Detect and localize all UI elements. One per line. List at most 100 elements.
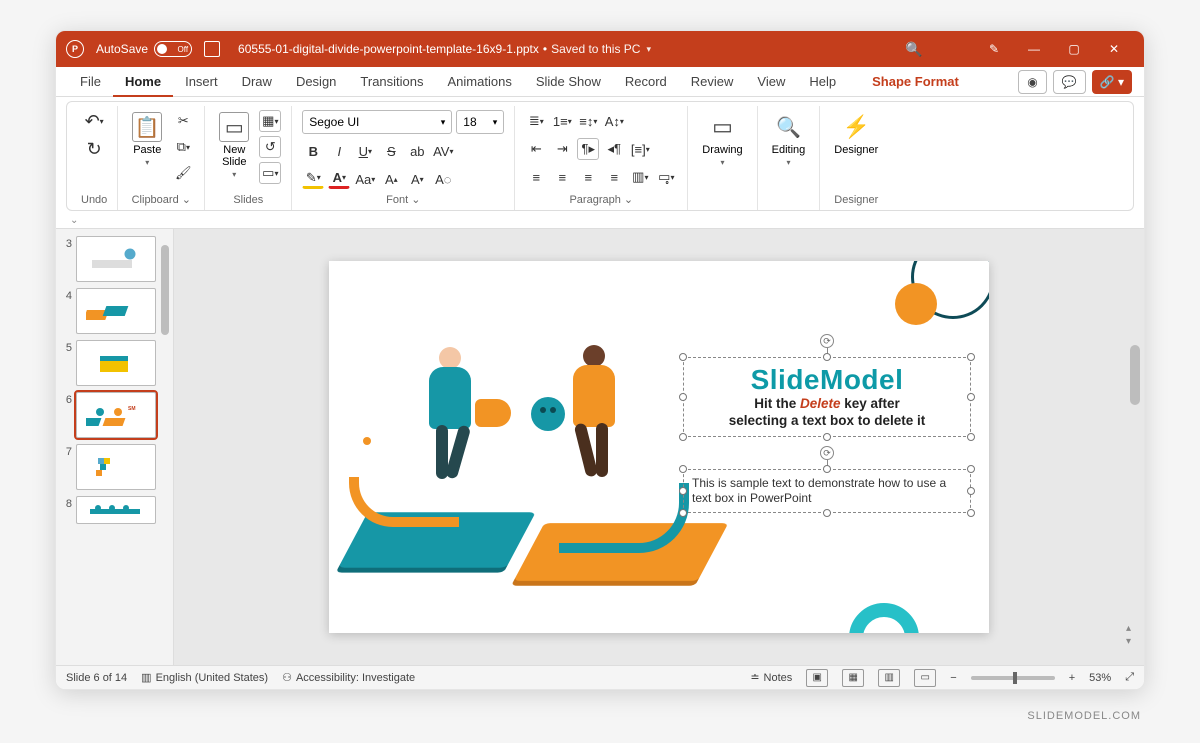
columns-button[interactable]: ▥▾: [629, 166, 651, 188]
underline-button[interactable]: U▾: [354, 140, 376, 162]
accessibility-button[interactable]: ⚇ Accessibility: Investigate: [282, 671, 415, 684]
format-painter-button[interactable]: 🖌: [172, 162, 194, 184]
designer-button[interactable]: ⚡Designer: [830, 110, 882, 158]
camera-button[interactable]: ◉: [1018, 70, 1046, 94]
justify-button[interactable]: ≡: [603, 166, 625, 188]
text-direction-button[interactable]: A↕▾: [603, 110, 625, 132]
tab-transitions[interactable]: Transitions: [348, 67, 435, 97]
increase-indent-button[interactable]: ⇥: [551, 138, 573, 160]
shadow-button[interactable]: ab: [406, 140, 428, 162]
tab-animations[interactable]: Animations: [436, 67, 524, 97]
editing-button[interactable]: 🔍Editing▾: [768, 110, 810, 169]
group-slides: ▭ New Slide▾ ▦▾ ↺ ▭▾ Slides: [205, 106, 292, 210]
shrink-font-button[interactable]: A▾: [406, 168, 428, 190]
normal-view-button[interactable]: ▣: [806, 669, 828, 687]
bullets-button[interactable]: ≣▾: [525, 110, 547, 132]
thumbnail-7[interactable]: [76, 444, 156, 490]
tab-record[interactable]: Record: [613, 67, 679, 97]
thumbnail-4[interactable]: [76, 288, 156, 334]
zoom-percent[interactable]: 53%: [1089, 672, 1111, 684]
rotate-handle-icon[interactable]: ⟳: [820, 334, 834, 348]
tab-help[interactable]: Help: [797, 67, 848, 97]
copy-button[interactable]: ⧉▾: [172, 136, 194, 158]
maximize-button[interactable]: ▢: [1054, 31, 1094, 67]
paste-button[interactable]: 📋 Paste▾: [128, 110, 166, 169]
layout-button[interactable]: ▦▾: [259, 110, 281, 132]
tab-draw[interactable]: Draw: [230, 67, 284, 97]
thumbnail-3[interactable]: [76, 236, 156, 282]
undo-button[interactable]: ↶▾: [83, 110, 105, 132]
thumbnail-6[interactable]: SM: [76, 392, 156, 438]
group-drawing: ▭Drawing▾: [688, 106, 757, 210]
drawing-button[interactable]: ▭Drawing▾: [698, 110, 746, 169]
rtl-button[interactable]: ◂¶: [603, 138, 625, 160]
decrease-indent-button[interactable]: ⇤: [525, 138, 547, 160]
thumbnail-5[interactable]: [76, 340, 156, 386]
tab-insert[interactable]: Insert: [173, 67, 230, 97]
slide-nav-arrows[interactable]: ▴▾: [1126, 623, 1140, 647]
align-right-button[interactable]: ≡: [577, 166, 599, 188]
align-text-button[interactable]: [≡]▾: [629, 138, 651, 160]
tab-home[interactable]: Home: [113, 67, 173, 97]
sorter-view-button[interactable]: ▦: [842, 669, 864, 687]
cut-button[interactable]: ✂: [172, 110, 194, 132]
fit-to-window-button[interactable]: ⤢: [1125, 671, 1134, 684]
change-case-button[interactable]: Aa▾: [354, 168, 376, 190]
new-slide-button[interactable]: ▭ New Slide▾: [215, 110, 253, 181]
redo-button[interactable]: ↻: [83, 138, 105, 160]
thumbnail-8[interactable]: [76, 496, 156, 524]
document-title[interactable]: 60555-01-digital-divide-powerpoint-templ…: [238, 42, 651, 56]
search-button[interactable]: 🔍: [894, 31, 934, 67]
align-center-button[interactable]: ≡: [551, 166, 573, 188]
grow-font-button[interactable]: A▴: [380, 168, 402, 190]
collapse-ribbon-button[interactable]: ⌄: [56, 213, 1144, 229]
minimize-button[interactable]: —: [1014, 31, 1054, 67]
autosave-toggle[interactable]: Off: [154, 41, 192, 57]
tab-file[interactable]: File: [68, 67, 113, 97]
slide-canvas[interactable]: ⟳ SlideModel Hit the Delete key after se…: [329, 261, 989, 633]
slide-position[interactable]: Slide 6 of 14: [66, 672, 127, 684]
thumbnail-scrollbar[interactable]: [161, 235, 171, 659]
ltr-button[interactable]: ¶▸: [577, 138, 599, 160]
zoom-in-button[interactable]: +: [1069, 672, 1075, 684]
share-button[interactable]: 🔗 ▾: [1092, 70, 1132, 94]
sample-text-box[interactable]: ⟳ This is sample text to demonstrate how…: [683, 469, 971, 513]
italic-button[interactable]: I: [328, 140, 350, 162]
group-font-label: Font ⌄: [386, 191, 420, 210]
char-spacing-button[interactable]: AV▾: [432, 140, 454, 162]
numbering-button[interactable]: 1≡▾: [551, 110, 573, 132]
font-color-button[interactable]: A▾: [328, 169, 350, 189]
clear-format-button[interactable]: A◌: [432, 168, 454, 190]
highlight-button[interactable]: ✎▾: [302, 169, 324, 189]
language-button[interactable]: ▥ English (United States): [141, 671, 268, 684]
canvas-vertical-scrollbar[interactable]: [1128, 235, 1142, 659]
notes-button[interactable]: ≐ Notes: [750, 671, 792, 684]
align-left-button[interactable]: ≡: [525, 166, 547, 188]
font-size-select[interactable]: 18▾: [456, 110, 504, 134]
reset-button[interactable]: ↺: [259, 136, 281, 158]
slideshow-view-button[interactable]: ▭: [914, 669, 936, 687]
slide-illustration[interactable]: [343, 341, 723, 601]
zoom-out-button[interactable]: −: [950, 672, 956, 684]
smartart-button[interactable]: ▭̥▾: [655, 166, 677, 188]
rotate-handle-icon[interactable]: ⟳: [820, 446, 834, 460]
reading-view-button[interactable]: ▥: [878, 669, 900, 687]
bold-button[interactable]: B: [302, 140, 324, 162]
zoom-slider[interactable]: [971, 676, 1055, 680]
save-icon[interactable]: [204, 41, 220, 57]
strike-button[interactable]: S: [380, 140, 402, 162]
line-spacing-button[interactable]: ≡↕▾: [577, 110, 599, 132]
tab-shape-format[interactable]: Shape Format: [860, 67, 971, 97]
tab-slideshow[interactable]: Slide Show: [524, 67, 613, 97]
title-text-box[interactable]: ⟳ SlideModel Hit the Delete key after se…: [683, 357, 971, 437]
autosave-label: AutoSave: [96, 42, 148, 56]
font-family-select[interactable]: Segoe UI▾: [302, 110, 452, 134]
tab-review[interactable]: Review: [679, 67, 746, 97]
comments-button[interactable]: 💬: [1053, 70, 1086, 94]
section-button[interactable]: ▭▾: [259, 162, 281, 184]
coming-soon-icon[interactable]: ✎: [974, 31, 1014, 67]
tab-view[interactable]: View: [745, 67, 797, 97]
close-button[interactable]: ✕: [1094, 31, 1134, 67]
group-clipboard-label: Clipboard ⌄: [132, 191, 191, 210]
tab-design[interactable]: Design: [284, 67, 348, 97]
